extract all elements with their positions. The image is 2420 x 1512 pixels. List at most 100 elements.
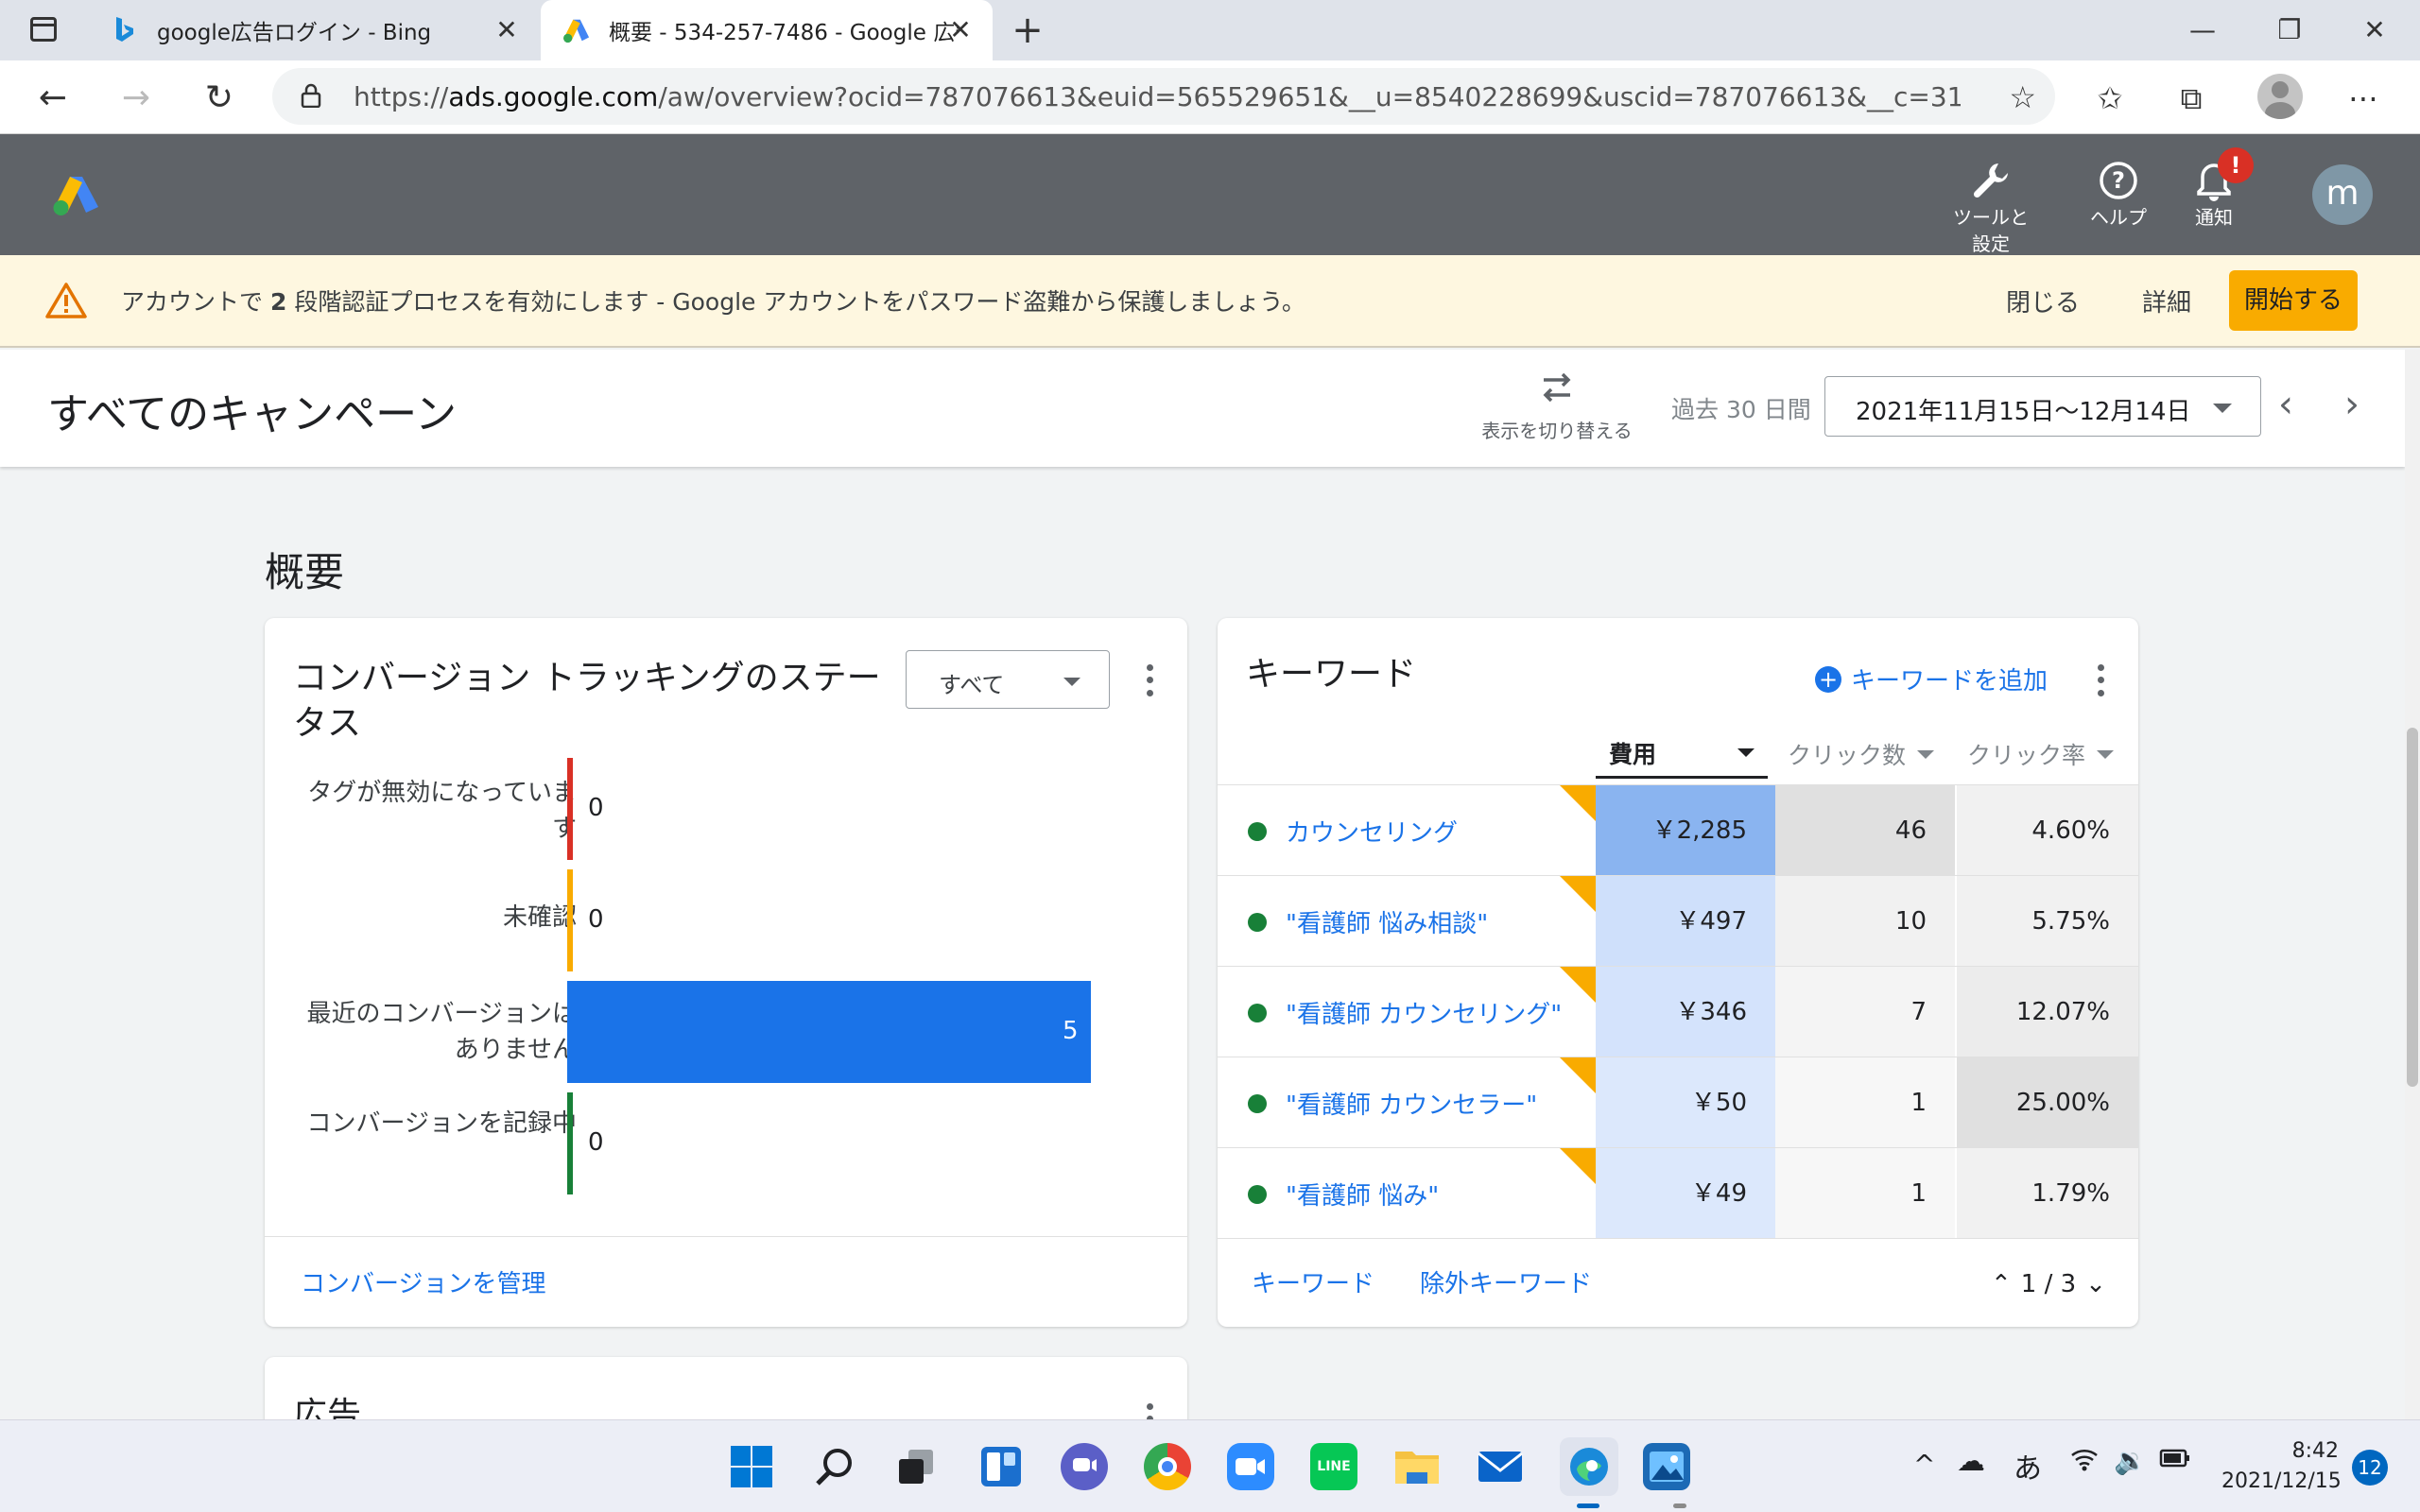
file-explorer-icon[interactable] (1393, 1443, 1441, 1490)
negative-keywords-link[interactable]: 除外キーワード (1420, 1264, 1592, 1299)
keyword-link[interactable]: カウンセリング (1286, 814, 1458, 849)
table-row: "看護師 悩み相談" ￥497 10 5.75% (1218, 875, 2138, 967)
add-favorite-icon[interactable]: ☆ (2009, 79, 2036, 115)
refresh-icon[interactable]: ↻ (199, 77, 240, 119)
show-hidden-icons-icon[interactable]: ^ (1913, 1449, 1935, 1480)
ctr-cell: 4.60% (1957, 785, 2138, 876)
forward-icon[interactable]: → (115, 77, 157, 119)
tools-settings-button[interactable]: ツールと 設定 (1944, 157, 2038, 257)
cost-cell: ￥2,285 (1596, 785, 1775, 876)
previous-period-icon[interactable]: ‹ (2267, 384, 2305, 429)
flag-icon (1560, 785, 1596, 821)
divider (1218, 1238, 2138, 1239)
browser-profile-icon[interactable] (2257, 74, 2303, 119)
back-icon[interactable]: ← (32, 77, 74, 119)
chevron-down-icon[interactable]: ⌄ (2085, 1270, 2106, 1298)
chevron-down-icon (1063, 678, 1080, 686)
active-app-indicator (1577, 1503, 1599, 1508)
sort-desc-icon (1737, 748, 1754, 757)
ctr-cell: 12.07% (1957, 967, 2138, 1057)
line-icon[interactable]: LINE (1310, 1443, 1357, 1490)
flag-icon (1560, 876, 1596, 912)
date-range-select[interactable]: 2021年11月15日～12月14日 (1824, 376, 2261, 437)
widgets-icon[interactable] (977, 1443, 1025, 1490)
next-period-icon[interactable]: › (2333, 384, 2371, 429)
keyword-link[interactable]: "看護師 カウンセラー" (1286, 1086, 1537, 1121)
edge-icon[interactable] (1560, 1437, 1618, 1496)
task-view-icon[interactable] (892, 1443, 940, 1490)
google-ads-icon (563, 17, 590, 43)
banner-close-button[interactable]: 閉じる (2006, 284, 2080, 318)
lock-icon[interactable] (301, 83, 321, 109)
address-bar[interactable]: https://ads.google.com/aw/overview?ocid=… (272, 68, 2055, 125)
keyword-link[interactable]: "看護師 カウンセリング" (1286, 995, 1562, 1030)
manage-conversions-link[interactable]: コンバージョンを管理 (301, 1264, 545, 1299)
keyword-link[interactable]: "看護師 悩み" (1286, 1177, 1439, 1211)
clock-time[interactable]: 8:42 (2278, 1439, 2339, 1463)
google-ads-logo[interactable] (53, 174, 100, 215)
search-icon[interactable] (811, 1443, 858, 1490)
close-tab-icon[interactable]: ✕ (945, 15, 976, 45)
column-header-clicks[interactable]: クリック数 (1777, 730, 1947, 779)
favorites-icon[interactable]: ✩ (2089, 77, 2131, 119)
svg-text:?: ? (2112, 167, 2125, 194)
conversion-status-label: 最近のコンバージョンはありません (306, 1000, 577, 1064)
table-row: "看護師 悩み" ￥49 1 1.79% (1218, 1147, 2138, 1239)
conversion-status-label: タグが無効になっています (307, 779, 577, 843)
scrollbar-thumb[interactable] (2407, 728, 2418, 1087)
chevron-up-icon[interactable]: ⌃ (1991, 1270, 2012, 1298)
browser-tab-bing[interactable]: google広告ログイン - Bing ✕ (89, 0, 539, 60)
onedrive-icon[interactable]: ☁ (1957, 1445, 1985, 1478)
tab-actions-icon[interactable] (21, 13, 66, 47)
status-bar-no-recent-conversions (567, 981, 1091, 1083)
more-menu-icon[interactable]: ⋯ (2342, 77, 2384, 119)
add-circle-icon: + (1815, 665, 1841, 693)
column-header-ctr[interactable]: クリック率 (1959, 730, 2127, 779)
status-enabled-icon (1248, 1185, 1267, 1204)
banner-start-button[interactable]: 開始する (2229, 270, 2358, 331)
clicks-cell: 7 (1775, 967, 1955, 1057)
running-app-indicator (1673, 1503, 1686, 1508)
conversion-status-label: コンバージョンを記録中 (306, 1109, 577, 1138)
tab-title: google広告ログイン - Bing (157, 21, 432, 45)
ime-indicator[interactable]: あ (2014, 1445, 2042, 1486)
avatar[interactable]: m (2312, 164, 2373, 225)
notification-count-badge[interactable]: 12 (2352, 1450, 2388, 1486)
close-tab-icon[interactable]: ✕ (492, 15, 522, 45)
zoom-icon[interactable] (1227, 1443, 1274, 1490)
column-header-cost[interactable]: 費用 (1596, 730, 1768, 779)
help-icon: ? (2076, 157, 2161, 204)
teams-chat-icon[interactable] (1061, 1443, 1108, 1490)
new-tab-icon[interactable]: + (1006, 9, 1049, 53)
keyword-link[interactable]: "看護師 悩み相談" (1286, 904, 1488, 939)
mail-icon[interactable] (1477, 1443, 1524, 1490)
collections-icon[interactable]: ⧉ (2170, 77, 2212, 119)
conversion-status-value: 0 (588, 794, 604, 822)
browser-tab-google-ads[interactable]: 概要 - 534-257-7486 - Google 広告 ✕ (541, 0, 993, 60)
minimize-icon[interactable]: — (2174, 11, 2231, 49)
ctr-cell: 25.00% (1957, 1057, 2138, 1148)
clock-date[interactable]: 2021/12/15 (2221, 1469, 2342, 1493)
battery-icon[interactable] (2159, 1447, 2191, 1475)
add-keyword-button[interactable]: + キーワードを追加 (1815, 662, 2048, 696)
banner-message: アカウントで 2 段階認証プロセスを有効にします - Google アカウントを… (121, 288, 1305, 316)
more-options-icon[interactable] (2091, 662, 2110, 699)
restore-icon[interactable]: ❐ (2261, 11, 2318, 49)
close-window-icon[interactable]: ✕ (2346, 11, 2403, 49)
date-range-label: 過去 30 日間 (1671, 396, 1811, 423)
more-options-icon[interactable] (1140, 662, 1159, 699)
chrome-icon[interactable] (1144, 1443, 1191, 1490)
two-step-verification-banner: アカウントで 2 段階認証プロセスを有効にします - Google アカウントを… (0, 255, 2420, 348)
conversion-filter-select[interactable]: すべて (906, 650, 1110, 709)
bing-icon (112, 17, 138, 43)
keywords-link[interactable]: キーワード (1252, 1264, 1374, 1299)
wifi-icon[interactable] (2070, 1447, 2099, 1477)
start-icon[interactable] (728, 1443, 775, 1490)
switch-view-button[interactable]: 表示を切り替える (1475, 367, 1639, 443)
photos-icon[interactable] (1643, 1443, 1690, 1490)
conversion-status-label: 未確認 (502, 903, 577, 932)
status-enabled-icon (1248, 822, 1267, 841)
help-button[interactable]: ? ヘルプ (2076, 157, 2161, 231)
banner-details-button[interactable]: 詳細 (2142, 284, 2191, 318)
volume-icon[interactable]: 🔉 (2114, 1445, 2147, 1476)
